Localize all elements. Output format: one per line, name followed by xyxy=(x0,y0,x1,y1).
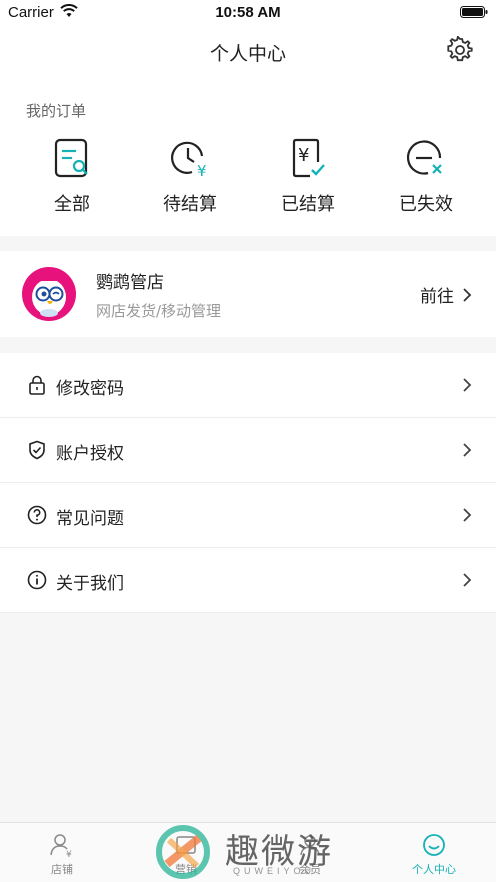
orders-title: 我的订单 xyxy=(26,102,87,120)
battery-icon xyxy=(460,6,488,18)
chevron-right-icon xyxy=(463,287,472,302)
menu-label: 关于我们 xyxy=(56,574,124,594)
shop-go-label: 前往 xyxy=(420,287,454,307)
smile-icon xyxy=(423,834,445,856)
status-bar: Carrier 10:58 AM xyxy=(0,0,496,26)
menu-label: 常见问题 xyxy=(56,509,124,529)
tab-personal-center[interactable]: 个人中心 xyxy=(372,823,496,882)
shop-go-button[interactable]: 前往 xyxy=(420,282,472,307)
chevron-right-icon xyxy=(463,378,472,392)
order-pending-label: 待结算 xyxy=(163,194,217,215)
nav-bar: 个人中心 xyxy=(0,26,496,76)
menu-item-faq[interactable]: 常见问题 xyxy=(0,483,496,548)
orders-section: 我的订单 全部 ¥ 待结算 ¥ 已结算 已失效 xyxy=(0,76,496,236)
menu-label: 账户授权 xyxy=(56,444,124,464)
watermark-emblem-icon xyxy=(156,825,210,879)
question-icon xyxy=(27,505,47,525)
order-pending-button[interactable]: ¥ 待结算 xyxy=(130,134,250,224)
chevron-right-icon xyxy=(463,573,472,587)
order-all-label: 全部 xyxy=(54,194,90,215)
watermark-subtext: QUWEIYOU xyxy=(233,866,316,876)
shop-card[interactable]: 鹦鹉管店 网店发货/移动管理 前往 xyxy=(0,251,496,337)
menu-item-change-password[interactable]: 修改密码 xyxy=(0,353,496,418)
menu-item-about-us[interactable]: 关于我们 xyxy=(0,548,496,613)
chevron-right-icon xyxy=(463,443,472,457)
menu-label: 修改密码 xyxy=(56,379,124,399)
order-expired-label: 已失效 xyxy=(399,194,453,215)
svg-text:¥: ¥ xyxy=(197,162,207,180)
svg-text:¥: ¥ xyxy=(66,850,72,859)
watermark-logo: 趣微游 QUWEIYOU xyxy=(155,824,355,880)
order-settled-button[interactable]: ¥ 已结算 xyxy=(248,134,368,224)
settings-menu: 修改密码 账户授权 常见问题 关于我们 xyxy=(0,353,496,613)
parrot-avatar-icon xyxy=(22,267,76,321)
status-time: 10:58 AM xyxy=(215,4,281,21)
order-settled-label: 已结算 xyxy=(281,194,335,215)
order-expired-button[interactable]: 已失效 xyxy=(366,134,486,224)
settings-gear-icon[interactable] xyxy=(446,36,474,64)
tab-shop[interactable]: ¥ 店铺 xyxy=(0,823,124,882)
info-icon xyxy=(27,570,47,590)
chevron-right-icon xyxy=(463,508,472,522)
expired-icon xyxy=(406,140,442,175)
settled-icon: ¥ xyxy=(292,138,325,178)
shop-name: 鹦鹉管店 xyxy=(96,273,164,293)
all-orders-icon xyxy=(54,138,88,178)
tab-label: 个人中心 xyxy=(412,863,456,876)
pending-settlement-icon: ¥ xyxy=(171,141,207,180)
svg-text:¥: ¥ xyxy=(298,145,309,166)
order-all-button[interactable]: 全部 xyxy=(12,134,132,224)
shop-user-icon: ¥ xyxy=(50,834,72,859)
shield-check-icon xyxy=(29,440,45,460)
tab-label: 店铺 xyxy=(51,863,73,876)
shop-subtitle: 网店发货/移动管理 xyxy=(96,302,222,320)
page-title: 个人中心 xyxy=(209,43,286,65)
lock-icon xyxy=(29,375,45,395)
menu-item-account-authorization[interactable]: 账户授权 xyxy=(0,418,496,483)
